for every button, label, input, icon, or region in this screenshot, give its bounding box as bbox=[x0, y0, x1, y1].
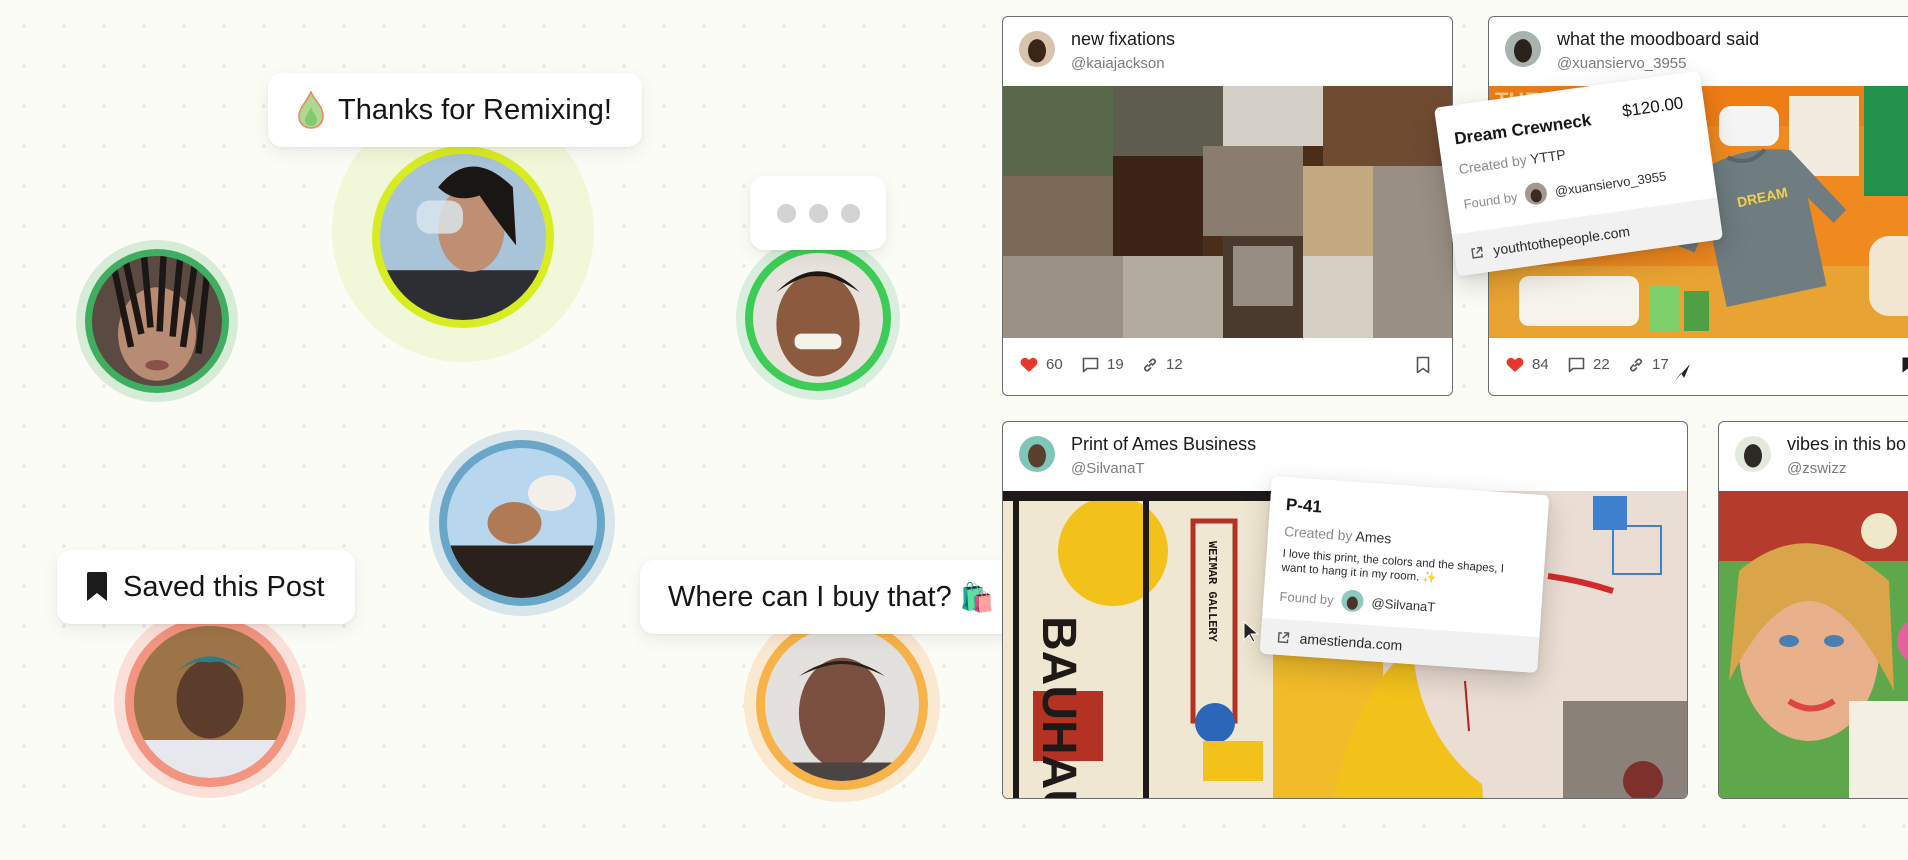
avatar-portrait[interactable] bbox=[744, 606, 940, 802]
post-header: vibes in this bo @zswizz bbox=[1719, 422, 1908, 490]
product-link[interactable]: youthtothepeople.com bbox=[1492, 223, 1631, 258]
heart-icon bbox=[1506, 357, 1524, 372]
post-card[interactable]: vibes in this bo @zswizz bbox=[1718, 421, 1908, 799]
bookmark-button[interactable] bbox=[1416, 356, 1430, 374]
bookmark-icon bbox=[1416, 356, 1430, 374]
avatar-photo bbox=[380, 154, 546, 320]
like-stat[interactable]: 60 bbox=[1020, 356, 1063, 373]
post-image[interactable] bbox=[1003, 86, 1452, 338]
saved-bubble: Saved this Post bbox=[57, 550, 355, 624]
typing-dot bbox=[776, 203, 796, 223]
avatar-photo bbox=[753, 253, 883, 383]
buy-bubble: Where can I buy that? 🛍️ bbox=[640, 560, 1019, 634]
link-stat[interactable]: 12 bbox=[1142, 356, 1183, 373]
bookmark-icon bbox=[1902, 357, 1908, 373]
link-count: 17 bbox=[1652, 356, 1669, 373]
avatar-photo bbox=[765, 627, 919, 781]
post-card[interactable]: new fixations @kaiajackson 60 19 12 bbox=[1002, 16, 1453, 396]
bookmark-icon bbox=[85, 572, 109, 602]
product-description: I love this print, the colors and the sh… bbox=[1281, 547, 1505, 585]
shopping-bags-icon: 🛍️ bbox=[959, 581, 995, 613]
cursor-icon bbox=[1672, 362, 1692, 389]
created-by-row: Created by Ames bbox=[1283, 523, 1392, 547]
found-by-row: Found by @SilvanaT bbox=[1279, 588, 1436, 615]
post-title[interactable]: new fixations bbox=[1071, 29, 1175, 50]
comment-count: 19 bbox=[1107, 356, 1124, 373]
post-title[interactable]: Print of Ames Business bbox=[1071, 434, 1256, 455]
like-stat[interactable]: 84 bbox=[1506, 356, 1549, 373]
avatar-wet-hair[interactable] bbox=[76, 240, 238, 402]
external-link-icon bbox=[1471, 245, 1483, 259]
author-avatar[interactable] bbox=[1735, 436, 1771, 472]
avatar-smiling[interactable] bbox=[114, 606, 306, 798]
comment-icon bbox=[1082, 357, 1099, 372]
flame-icon bbox=[298, 91, 324, 129]
link-stat[interactable]: 17 bbox=[1628, 356, 1669, 373]
like-count: 60 bbox=[1046, 356, 1063, 373]
product-price: $120.00 bbox=[1620, 93, 1685, 121]
finder-avatar[interactable] bbox=[1523, 181, 1549, 207]
link-icon bbox=[1143, 357, 1157, 372]
typing-dot bbox=[840, 203, 860, 223]
link-count: 12 bbox=[1166, 356, 1183, 373]
avatar-photo bbox=[134, 626, 286, 778]
comment-stat[interactable]: 22 bbox=[1568, 356, 1610, 373]
post-handle[interactable]: @xuansiervo_3955 bbox=[1557, 55, 1686, 72]
weimar-text: WEIMAR GALLERY bbox=[1205, 541, 1219, 643]
product-name[interactable]: P-41 bbox=[1285, 495, 1322, 517]
post-handle[interactable]: @kaiajackson bbox=[1071, 55, 1165, 72]
product-name[interactable]: Dream Crewneck bbox=[1453, 110, 1592, 149]
typing-indicator bbox=[750, 176, 886, 250]
comment-stat[interactable]: 19 bbox=[1082, 356, 1124, 373]
like-count: 84 bbox=[1532, 356, 1549, 373]
avatar-grin[interactable] bbox=[736, 236, 900, 400]
post-image[interactable] bbox=[1719, 491, 1908, 798]
external-link-icon bbox=[1277, 631, 1290, 643]
finder-avatar[interactable] bbox=[1340, 589, 1365, 613]
buy-bubble-text: Where can I buy that? bbox=[668, 580, 952, 613]
author-avatar[interactable] bbox=[1019, 31, 1055, 67]
post-header: new fixations @kaiajackson bbox=[1003, 17, 1452, 85]
post-footer: 84 22 17 bbox=[1489, 339, 1908, 395]
author-avatar[interactable] bbox=[1505, 31, 1541, 67]
avatar-photo bbox=[447, 448, 597, 598]
comment-icon bbox=[1568, 357, 1585, 372]
remix-bubble-text: Thanks for Remixing! bbox=[338, 93, 612, 126]
remix-bubble: Thanks for Remixing! bbox=[268, 73, 642, 147]
post-footer: 60 19 12 bbox=[1003, 339, 1452, 395]
cursor-icon bbox=[1242, 620, 1260, 649]
post-handle[interactable]: @zswizz bbox=[1787, 460, 1846, 477]
product-link[interactable]: amestienda.com bbox=[1299, 630, 1403, 653]
post-handle[interactable]: @SilvanaT bbox=[1071, 460, 1145, 477]
product-popover-p41[interactable]: P-41 Created by Ames I love this print, … bbox=[1259, 476, 1550, 673]
typing-dot bbox=[808, 203, 828, 223]
created-by-row: Created by YTTP bbox=[1457, 146, 1567, 178]
avatar-photo bbox=[92, 256, 222, 386]
post-header: Print of Ames Business @SilvanaT bbox=[1003, 422, 1687, 490]
saved-bubble-text: Saved this Post bbox=[123, 570, 325, 603]
author-avatar[interactable] bbox=[1019, 436, 1055, 472]
avatar-upside-down[interactable] bbox=[429, 430, 615, 616]
bauhaus-text: BAUHAUS bbox=[1032, 616, 1085, 798]
comment-count: 22 bbox=[1593, 356, 1610, 373]
link-icon bbox=[1629, 357, 1643, 372]
bookmark-button[interactable] bbox=[1901, 356, 1908, 374]
post-title[interactable]: what the moodboard said bbox=[1557, 29, 1759, 50]
post-title[interactable]: vibes in this bo bbox=[1787, 434, 1906, 455]
heart-icon bbox=[1020, 357, 1038, 372]
